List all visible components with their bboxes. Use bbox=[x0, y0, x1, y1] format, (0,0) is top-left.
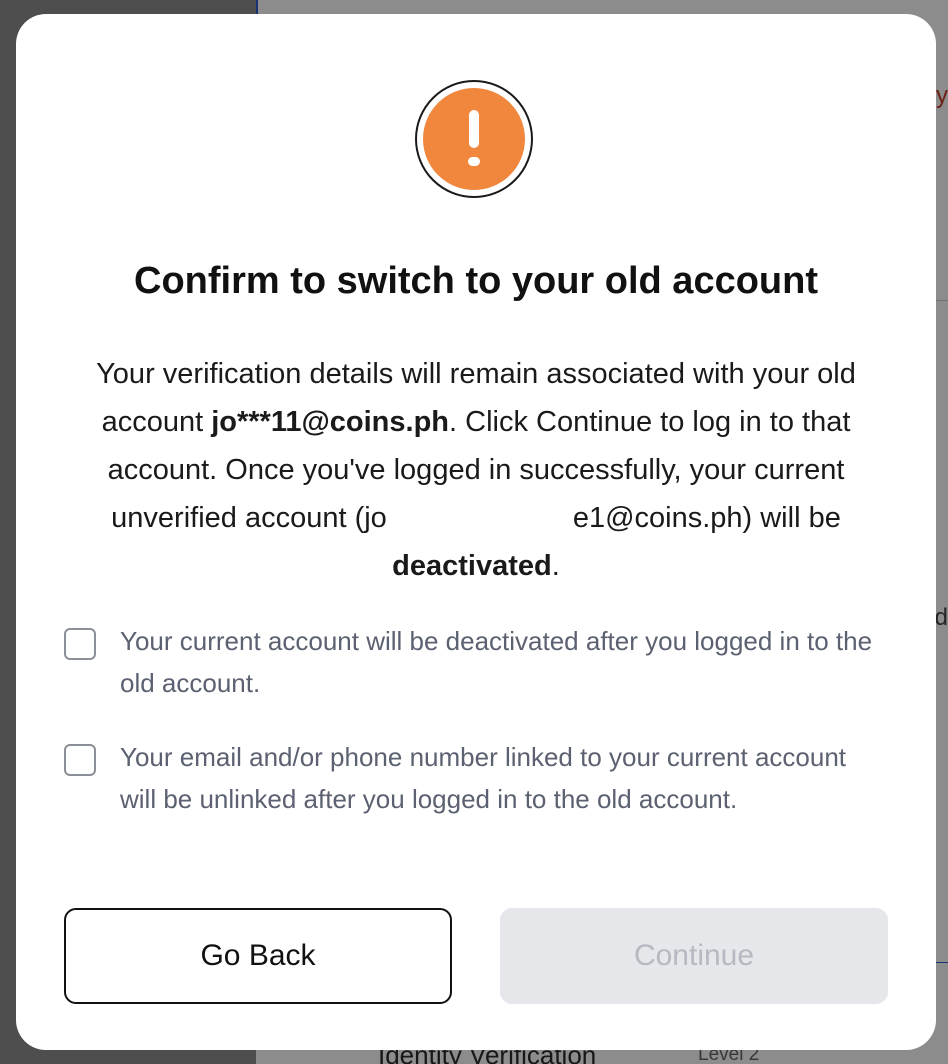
dialog-description: Your verification details will remain as… bbox=[56, 350, 896, 590]
dialog-title: Confirm to switch to your old account bbox=[134, 260, 818, 302]
redacted-area bbox=[386, 501, 573, 538]
confirm-switch-account-dialog: Confirm to switch to your old account Yo… bbox=[16, 14, 936, 1050]
acknowledge-deactivation-row[interactable]: Your current account will be deactivated… bbox=[64, 620, 884, 704]
acknowledge-unlink-checkbox[interactable] bbox=[64, 744, 96, 776]
acknowledge-unlink-row[interactable]: Your email and/or phone number linked to… bbox=[64, 736, 884, 820]
old-account-email: jo***11@coins.ph bbox=[211, 406, 450, 438]
acknowledge-unlink-label[interactable]: Your email and/or phone number linked to… bbox=[120, 736, 884, 820]
description-text: . bbox=[551, 550, 560, 582]
deactivated-emphasis: deactivated bbox=[392, 550, 552, 582]
acknowledge-deactivation-label[interactable]: Your current account will be deactivated… bbox=[120, 620, 884, 704]
alert-icon-ring bbox=[415, 80, 533, 198]
go-back-button[interactable]: Go Back bbox=[64, 908, 452, 1004]
continue-button[interactable]: Continue bbox=[500, 908, 888, 1004]
exclamation-icon bbox=[423, 88, 525, 190]
acknowledge-deactivation-checkbox[interactable] bbox=[64, 628, 96, 660]
current-account-email: e1@coins.ph) will be bbox=[572, 502, 841, 534]
